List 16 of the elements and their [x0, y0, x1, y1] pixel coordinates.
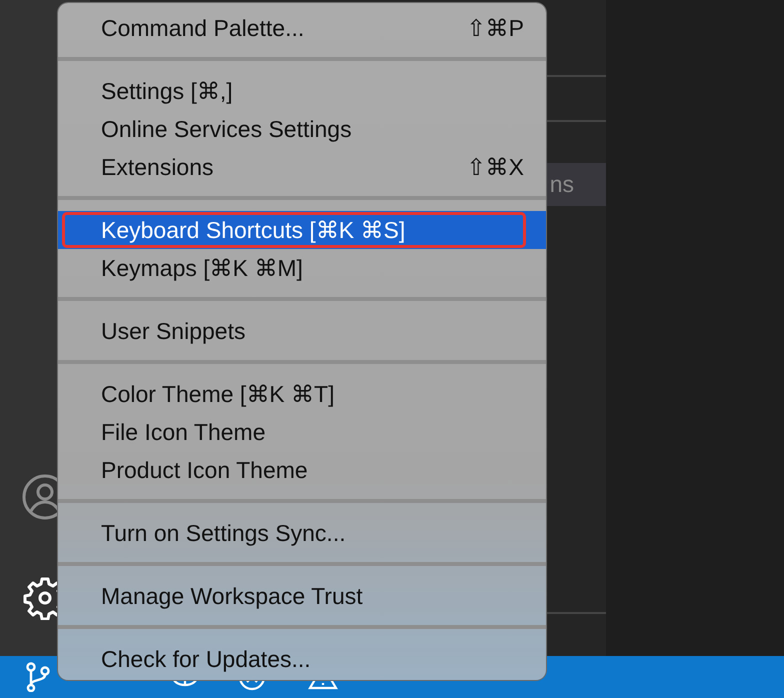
menu-item[interactable]: Command Palette... ⇧⌘P [58, 9, 546, 47]
menu-item[interactable]: Keyboard Shortcuts [⌘K ⌘S] [58, 211, 546, 249]
menu-item[interactable]: Turn on Settings Sync... [58, 514, 546, 552]
branch-icon [26, 662, 50, 692]
menu-item[interactable]: Settings [⌘,] [58, 72, 546, 110]
menu-item[interactable]: User Snippets [58, 312, 546, 350]
menu-item[interactable]: Color Theme [⌘K ⌘T] [58, 375, 546, 413]
menu-item[interactable]: Product Icon Theme [58, 451, 546, 489]
menu-item[interactable]: File Icon Theme [58, 413, 546, 451]
menu-item[interactable]: Keymaps [⌘K ⌘M] [58, 249, 546, 287]
menu-item[interactable]: Online Services Settings [58, 110, 546, 148]
shortcut-label: ⇧⌘P [466, 14, 524, 42]
menu-item[interactable]: Extensions ⇧⌘X [58, 148, 546, 186]
shortcut-label: ⇧⌘X [466, 154, 524, 180]
menu-item[interactable]: Check for Updates... [58, 640, 546, 678]
menu-item[interactable]: Manage Workspace Trust [58, 577, 546, 615]
